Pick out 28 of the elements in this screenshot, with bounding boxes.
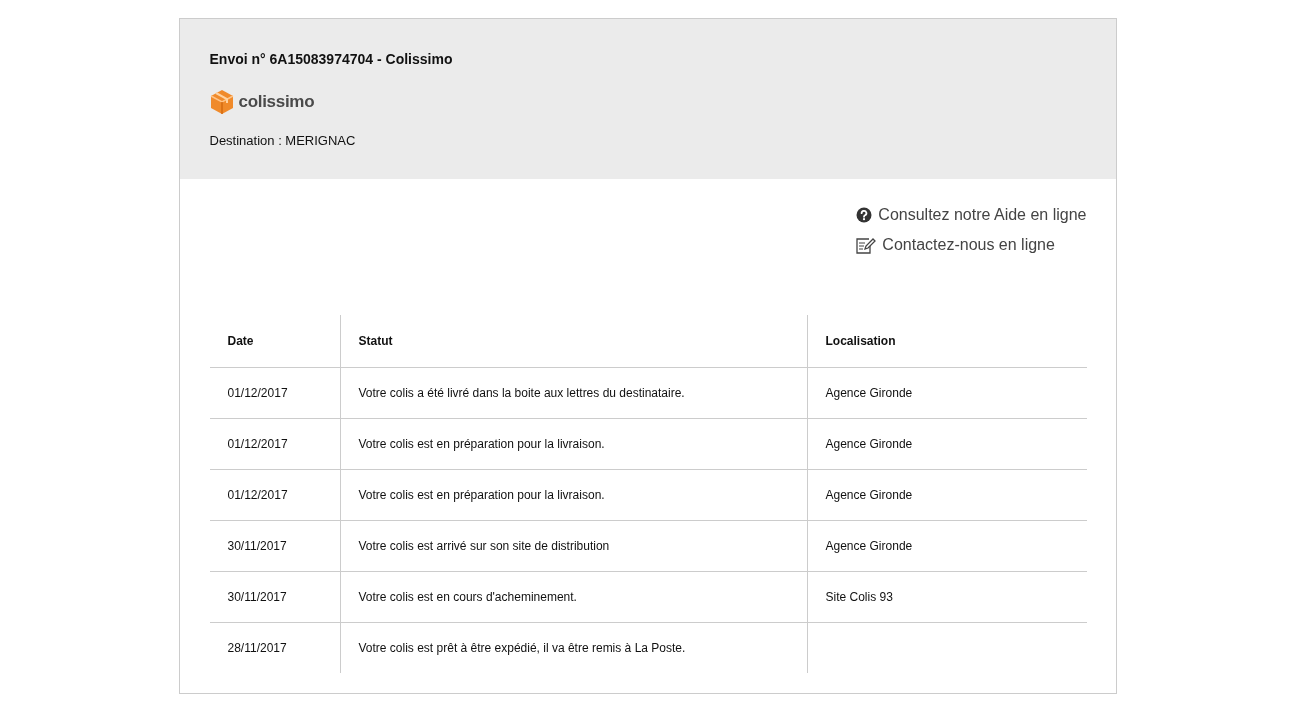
help-link[interactable]: Consultez notre Aide en ligne (856, 205, 1087, 225)
table-cell: Site Colis 93 (807, 571, 1087, 623)
contact-link[interactable]: Contactez-nous en ligne (856, 235, 1055, 255)
table-cell: Votre colis est arrivé sur son site de distribution (340, 520, 807, 572)
table-cell: 30/11/2017 (209, 520, 340, 572)
table-cell: Votre colis est en préparation pour la livraison. (340, 418, 807, 470)
table-cell: Agence Gironde (807, 418, 1087, 470)
column-header: Date (209, 315, 340, 368)
table-cell: Agence Gironde (807, 520, 1087, 572)
help-icon (856, 207, 873, 223)
logo-wordmark: colissimo (238, 92, 315, 112)
table-cell: Votre colis est en préparation pour la livraison. (340, 469, 807, 521)
parcel-box-icon (209, 89, 234, 115)
table-cell: 28/11/2017 (209, 622, 340, 673)
edit-form-icon (856, 236, 877, 254)
column-header: Localisation (807, 315, 1087, 368)
shipment-title: Envoi n° 6A15083974704 - Colissimo (209, 50, 454, 69)
destination-text: Destination : MERIGNAC (209, 133, 357, 149)
table-cell: Agence Gironde (807, 469, 1087, 521)
table-cell: Votre colis a été livré dans la boite aux lettres du destinataire. (340, 367, 807, 419)
table-cell: 01/12/2017 (209, 418, 340, 470)
table-cell: Votre colis est en cours d'acheminement. (340, 571, 807, 623)
table-cell: Votre colis est prêt à être expédié, il va être remis à La Poste. (340, 622, 807, 673)
column-header: Statut (340, 315, 807, 368)
table-cell: 01/12/2017 (209, 367, 340, 419)
table-cell: 30/11/2017 (209, 571, 340, 623)
table-cell: 01/12/2017 (209, 469, 340, 521)
table-cell: Agence Gironde (807, 367, 1087, 419)
